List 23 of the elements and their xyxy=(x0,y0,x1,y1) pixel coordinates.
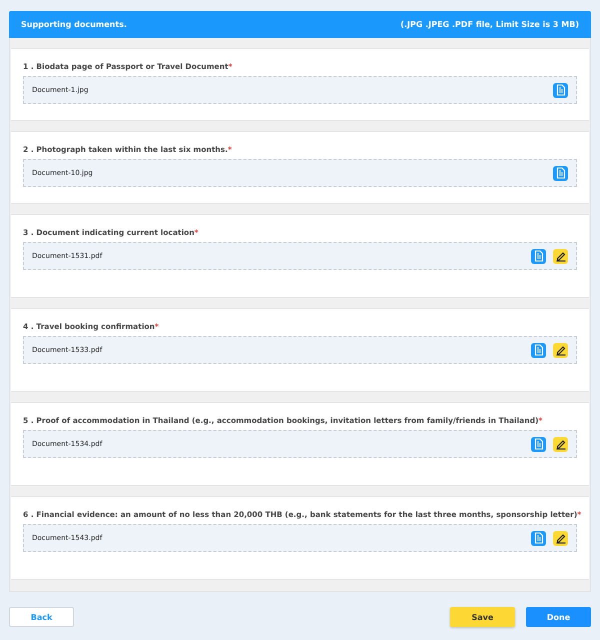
view-document-button[interactable] xyxy=(553,82,568,98)
document-icon xyxy=(556,84,566,96)
view-document-button[interactable] xyxy=(531,436,546,452)
document-icon xyxy=(534,532,544,544)
edit-document-button[interactable] xyxy=(553,530,568,546)
save-button[interactable]: Save xyxy=(450,607,515,627)
view-document-button[interactable] xyxy=(531,342,546,358)
document-icon xyxy=(534,438,544,450)
section-title: Supporting documents. xyxy=(21,20,127,29)
view-document-button[interactable] xyxy=(553,166,568,180)
document-icon xyxy=(534,250,544,262)
view-document-button[interactable] xyxy=(531,248,546,264)
pencil-icon xyxy=(554,344,566,356)
document-icon xyxy=(534,344,544,356)
edit-document-button[interactable] xyxy=(553,342,568,358)
document-icon xyxy=(556,167,566,179)
file-limit-note: (.JPG .JPEG .PDF file, Limit Size is 3 MB) xyxy=(400,20,579,29)
edit-document-button[interactable] xyxy=(553,436,568,452)
pencil-icon xyxy=(554,438,566,450)
edit-document-button[interactable] xyxy=(553,248,568,264)
view-document-button[interactable] xyxy=(531,530,546,546)
pencil-icon xyxy=(554,532,566,544)
pencil-icon xyxy=(554,250,566,262)
